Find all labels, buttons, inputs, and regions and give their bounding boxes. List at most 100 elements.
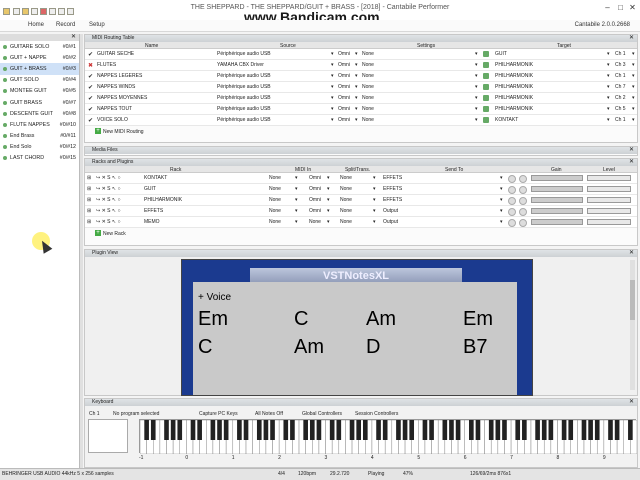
black-key[interactable]	[170, 420, 176, 440]
black-key[interactable]	[409, 420, 415, 440]
black-key[interactable]	[329, 420, 335, 440]
send-to[interactable]: EFFETS	[383, 186, 402, 192]
dropdown-arrow-icon[interactable]: ▾	[607, 62, 610, 68]
black-key[interactable]	[256, 420, 262, 440]
target-channel[interactable]: Ch 1	[615, 51, 626, 57]
vst-notes-plugin[interactable]: VSTNotesXL + Voice Em C Am Em C Am D B7	[181, 259, 533, 396]
enable-checkbox[interactable]: ✔	[88, 117, 93, 124]
black-key[interactable]	[210, 420, 216, 440]
song-item[interactable]: GUIT + BRASS #0/#3	[0, 63, 79, 75]
midi-in[interactable]: None	[269, 208, 281, 214]
dropdown-arrow-icon[interactable]: ▾	[500, 219, 503, 225]
black-key[interactable]	[594, 420, 600, 440]
black-key[interactable]	[356, 420, 361, 440]
dropdown-arrow-icon[interactable]: ▾	[331, 106, 334, 112]
channel-filter[interactable]: Omni	[338, 62, 350, 68]
black-key[interactable]	[522, 420, 527, 440]
rack-row[interactable]: ⊞ ↪ ✕ S ↖ ○ GUIT None ▾ Omni ▾ None ▾ EFFETS ▾	[85, 184, 637, 195]
rack-tools-icon[interactable]: ↪ ✕ S ↖ ○	[96, 197, 120, 203]
piano-keyboard[interactable]	[139, 419, 638, 455]
midi-channel[interactable]: Omni	[309, 197, 321, 203]
black-key[interactable]	[336, 420, 342, 440]
dropdown-arrow-icon[interactable]: ▾	[373, 197, 376, 203]
dropdown-arrow-icon[interactable]: ▾	[295, 197, 298, 203]
target-channel[interactable]: Ch 5	[615, 106, 626, 112]
black-key[interactable]	[469, 420, 474, 440]
black-key[interactable]	[164, 420, 169, 440]
dropdown-arrow-icon[interactable]: ▾	[607, 117, 610, 123]
black-key[interactable]	[283, 420, 289, 440]
dropdown-arrow-icon[interactable]: ▾	[500, 175, 503, 181]
route-settings[interactable]: None	[362, 117, 374, 123]
send-knob[interactable]	[519, 186, 527, 194]
song-item[interactable]: MONTEE GUIT #0/#5	[0, 86, 79, 97]
black-key[interactable]	[243, 420, 249, 440]
quick-access-close-icon[interactable]	[40, 8, 47, 15]
dropdown-arrow-icon[interactable]: ▾	[475, 84, 478, 90]
midi-route-row[interactable]: ✔ GUITAR SECHE Périphérique audio USB ▾ Omni…	[85, 49, 637, 60]
route-source[interactable]: Périphérique audio USB	[217, 117, 271, 123]
dropdown-arrow-icon[interactable]: ▾	[355, 51, 358, 57]
song-item[interactable]: End Solo #0/#12	[0, 142, 79, 153]
split-trans[interactable]: None	[340, 208, 352, 214]
dropdown-arrow-icon[interactable]: ▾	[327, 219, 330, 225]
dropdown-arrow-icon[interactable]: ▾	[331, 84, 334, 90]
close-icon[interactable]: ✕	[629, 159, 634, 166]
close-icon[interactable]: ✕	[628, 3, 637, 12]
route-settings[interactable]: None	[362, 84, 374, 90]
black-key[interactable]	[561, 420, 567, 440]
target-channel[interactable]: Ch 2	[615, 95, 626, 101]
enable-checkbox[interactable]: ✔	[88, 73, 93, 80]
black-key[interactable]	[382, 420, 388, 440]
gain-slider[interactable]	[531, 186, 583, 192]
song-item[interactable]: FLUTE NAPPES #0/#10	[0, 119, 79, 130]
channel-filter[interactable]: Omni	[338, 95, 350, 101]
send-to[interactable]: EFFETS	[383, 197, 402, 203]
send-knob[interactable]	[519, 219, 527, 227]
close-icon[interactable]: ✕	[629, 147, 634, 154]
black-key[interactable]	[628, 420, 633, 440]
black-key[interactable]	[455, 420, 461, 440]
send-to[interactable]: EFFETS	[383, 175, 402, 181]
dropdown-arrow-icon[interactable]: ▾	[607, 95, 610, 101]
enable-checkbox[interactable]: ✔	[88, 95, 93, 102]
black-key[interactable]	[568, 420, 574, 440]
black-key[interactable]	[290, 420, 295, 440]
black-key[interactable]	[502, 420, 507, 440]
expand-icon[interactable]: ⊞	[87, 175, 91, 181]
enable-checkbox[interactable]: ✔	[88, 51, 93, 58]
new-midi-routing-button[interactable]: + New MIDI Routing	[85, 126, 637, 137]
quick-access-redo-icon[interactable]	[58, 8, 65, 15]
splitter[interactable]	[80, 34, 83, 468]
dropdown-arrow-icon[interactable]: ▾	[331, 51, 334, 57]
route-target[interactable]: PHILHARMONIK	[495, 95, 533, 101]
dropdown-arrow-icon[interactable]: ▾	[607, 73, 610, 79]
black-key[interactable]	[614, 420, 620, 440]
dropdown-arrow-icon[interactable]: ▾	[331, 73, 334, 79]
session-controllers-button[interactable]: Session Controllers	[355, 411, 398, 417]
dropdown-arrow-icon[interactable]: ▾	[327, 208, 330, 214]
all-notes-off-button[interactable]: All Notes Off	[255, 411, 283, 417]
dropdown-arrow-icon[interactable]: ▾	[327, 186, 330, 192]
dropdown-arrow-icon[interactable]: ▾	[632, 51, 635, 57]
black-key[interactable]	[316, 420, 322, 440]
split-trans[interactable]: None	[340, 219, 352, 225]
rack-row[interactable]: ⊞ ↪ ✕ S ↖ ○ PHILHARMONIK None ▾ Omni ▾ None ▾ EFF…	[85, 195, 637, 206]
scrollbar[interactable]	[630, 260, 635, 390]
black-key[interactable]	[144, 420, 149, 440]
channel-filter[interactable]: Omni	[338, 51, 350, 57]
route-target[interactable]: KONTAKT	[495, 117, 518, 123]
dropdown-arrow-icon[interactable]: ▾	[632, 84, 635, 90]
dropdown-arrow-icon[interactable]: ▾	[355, 106, 358, 112]
dropdown-arrow-icon[interactable]: ▾	[295, 175, 298, 181]
dropdown-arrow-icon[interactable]: ▾	[500, 208, 503, 214]
enable-checkbox[interactable]: ✖	[88, 62, 93, 69]
route-source[interactable]: Périphérique audio USB	[217, 51, 271, 57]
dropdown-arrow-icon[interactable]: ▾	[500, 186, 503, 192]
new-rack-button[interactable]: + New Rack	[85, 228, 637, 239]
dropdown-arrow-icon[interactable]: ▾	[632, 95, 635, 101]
route-source[interactable]: Périphérique audio USB	[217, 73, 271, 79]
black-key[interactable]	[548, 420, 554, 440]
midi-channel[interactable]: Omni	[309, 186, 321, 192]
song-item[interactable]: LAST CHORD #0/#15	[0, 153, 79, 164]
